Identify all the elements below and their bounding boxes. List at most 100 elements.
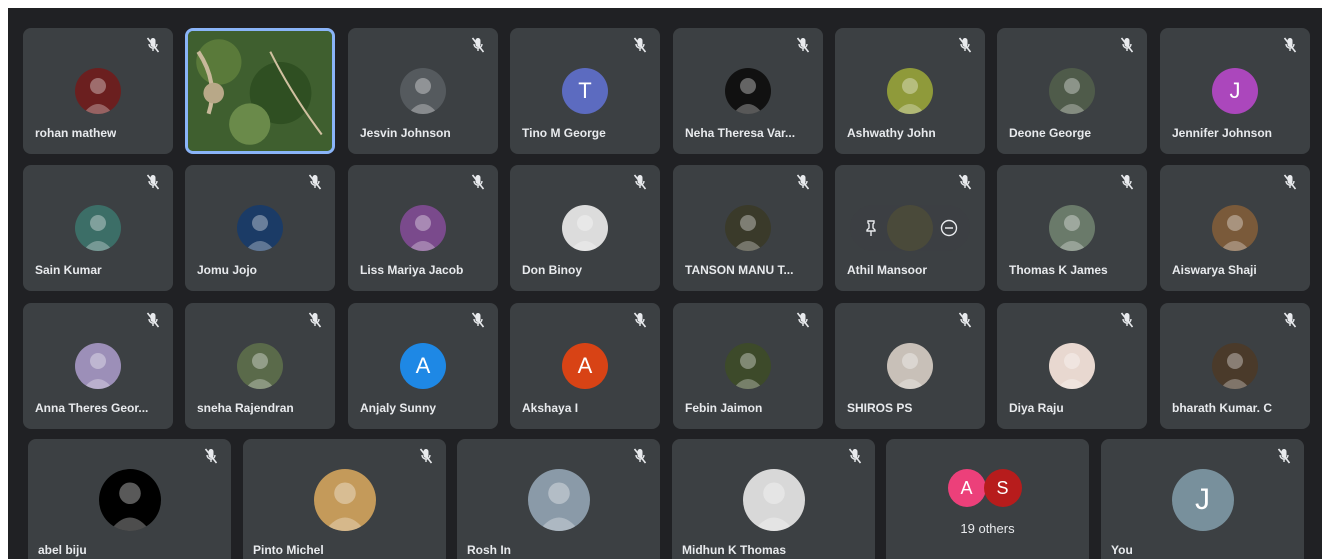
mic-off-icon [470, 36, 486, 54]
participant-tile[interactable]: Neha Theresa Var... [673, 28, 823, 154]
mic-off-icon [795, 173, 811, 191]
participant-name: bharath Kumar. C [1172, 401, 1273, 415]
participant-initial-avatar: J [1171, 469, 1234, 531]
participant-tile[interactable]: Ashwathy John [835, 28, 985, 154]
shared-map-view[interactable] [188, 31, 332, 151]
participant-tile[interactable]: T Tino M George [510, 28, 660, 154]
participant-avatar [562, 205, 608, 251]
participant-name: You [1111, 543, 1133, 557]
participant-avatar [400, 205, 446, 251]
remove-icon[interactable] [940, 219, 958, 237]
others-avatar: S [983, 469, 1022, 507]
participant-tile[interactable]: Liss Mariya Jacob [348, 165, 498, 291]
participant-tile[interactable]: J Jennifer Johnson [1160, 28, 1310, 154]
mic-off-icon [1119, 311, 1135, 329]
participant-name: Midhun K Thomas [682, 543, 786, 557]
participant-name: Anjaly Sunny [360, 401, 437, 415]
participant-avatar [98, 469, 161, 531]
mic-off-icon [847, 447, 863, 465]
participant-avatar [1049, 205, 1095, 251]
mic-off-icon [632, 311, 648, 329]
others-avatar: A [947, 469, 986, 507]
mic-off-icon [957, 173, 973, 191]
participant-avatar [1049, 343, 1095, 389]
participant-name: Deone George [1009, 126, 1092, 140]
participant-name: rohan mathew [35, 126, 117, 140]
screen-share-tile[interactable] [185, 28, 335, 154]
participant-tile[interactable]: Febin Jaimon [673, 303, 823, 429]
mic-off-icon [145, 36, 161, 54]
participant-name: TANSON MANU T... [685, 263, 794, 277]
participant-tile[interactable]: TANSON MANU T... [673, 165, 823, 291]
participant-name: Rosh In [467, 543, 511, 557]
meeting-grid: rohan mathew Jesvin Johnson T Tino M George… [8, 8, 1322, 559]
others-count-label: 19 others [960, 521, 1015, 536]
mic-off-icon [632, 447, 648, 465]
participant-avatar [887, 68, 933, 114]
participant-avatar [887, 343, 933, 389]
participant-tile[interactable]: Athil Mansoor [835, 165, 985, 291]
participant-tile[interactable]: abel biju [28, 439, 231, 559]
participant-name: Athil Mansoor [847, 263, 927, 277]
participant-name: Akshaya I [522, 401, 579, 415]
participant-avatar [1212, 205, 1258, 251]
mic-off-icon [1282, 173, 1298, 191]
participant-avatar [742, 469, 805, 531]
participant-tile[interactable]: bharath Kumar. C [1160, 303, 1310, 429]
participant-tile[interactable]: Diya Raju [997, 303, 1147, 429]
participant-tile[interactable]: J You [1101, 439, 1304, 559]
mic-off-icon [307, 311, 323, 329]
participant-initial-avatar: T [562, 68, 608, 114]
participant-name: Diya Raju [1009, 401, 1064, 415]
mic-off-icon [470, 173, 486, 191]
participant-initial-avatar: A [562, 343, 608, 389]
mic-off-icon [1282, 311, 1298, 329]
participant-tile[interactable]: Anna Theres Geor... [23, 303, 173, 429]
participant-name: SHIROS PS [847, 401, 913, 415]
participant-avatar [725, 343, 771, 389]
mic-off-icon [632, 173, 648, 191]
participant-tile[interactable]: SHIROS PS [835, 303, 985, 429]
mic-off-icon [957, 36, 973, 54]
participant-avatar [313, 469, 376, 531]
participant-tile[interactable]: rohan mathew [23, 28, 173, 154]
participant-tile[interactable]: sneha Rajendran [185, 303, 335, 429]
mic-off-icon [632, 36, 648, 54]
participant-tile[interactable]: Aiswarya Shaji [1160, 165, 1310, 291]
participant-tile[interactable]: Don Binoy [510, 165, 660, 291]
participant-name: abel biju [38, 543, 87, 557]
participant-tile[interactable]: Sain Kumar [23, 165, 173, 291]
mic-off-icon [1276, 447, 1292, 465]
participant-avatar [725, 68, 771, 114]
pin-icon[interactable] [862, 219, 880, 237]
participant-name: Febin Jaimon [685, 401, 763, 415]
participant-tile[interactable]: Pinto Michel [243, 439, 446, 559]
participant-avatar [887, 205, 933, 251]
participant-name: sneha Rajendran [197, 401, 294, 415]
participant-tile[interactable]: Midhun K Thomas [672, 439, 875, 559]
participant-name: Jomu Jojo [197, 263, 258, 277]
mic-off-icon [957, 311, 973, 329]
participant-name: Sain Kumar [35, 263, 102, 277]
participant-tile[interactable]: Deone George [997, 28, 1147, 154]
participant-avatar [725, 205, 771, 251]
participant-tile[interactable]: Thomas K James [997, 165, 1147, 291]
mic-off-icon [203, 447, 219, 465]
participant-tile[interactable]: A Akshaya I [510, 303, 660, 429]
participant-tile[interactable]: A Anjaly Sunny [348, 303, 498, 429]
participant-initial-avatar: J [1212, 68, 1258, 114]
participant-tile[interactable]: Jomu Jojo [185, 165, 335, 291]
participant-avatar [527, 469, 590, 531]
others-tile[interactable]: A S 19 others [886, 439, 1089, 559]
mic-off-icon [795, 36, 811, 54]
participant-name: Jennifer Johnson [1172, 126, 1273, 140]
participant-avatar [237, 205, 283, 251]
others-avatar-stack: AS [947, 469, 1028, 509]
participant-tile[interactable]: Jesvin Johnson [348, 28, 498, 154]
participant-name: Don Binoy [522, 263, 582, 277]
participant-avatar [1049, 68, 1095, 114]
mic-off-icon [1119, 173, 1135, 191]
participant-tile[interactable]: Rosh In [457, 439, 660, 559]
participant-name: Tino M George [522, 126, 606, 140]
participant-initial-avatar: A [400, 343, 446, 389]
